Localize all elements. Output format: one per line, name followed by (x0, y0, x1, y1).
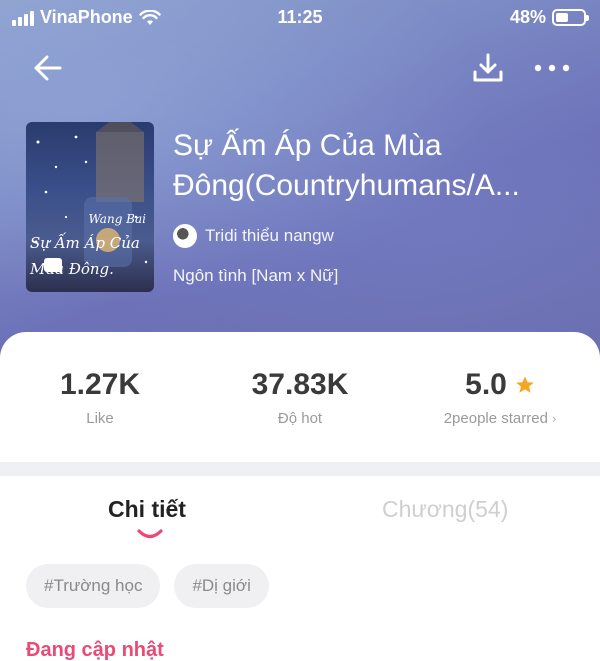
book-title-line1: Sự Ấm Áp Của Mùa (173, 129, 442, 162)
chat-bubble-icon (44, 258, 62, 272)
book-title: Sự Ấm Áp Của Mùa Đông(Countryhumans/A... (173, 126, 573, 206)
star-icon (516, 376, 534, 393)
rating-value: 5.0 (465, 368, 507, 401)
stat-hot: 37.83K Độ hot (225, 368, 375, 427)
likes-value: 1.27K (59, 368, 141, 401)
stats-card: 1.27K Like 37.83K Độ hot 5.0 2people sta… (0, 332, 600, 462)
more-horizontal-icon[interactable] (530, 50, 574, 86)
detail-content: Chi tiết Chương(54) #Trường học #Dị giới… (0, 476, 600, 661)
battery-percent: 48% (509, 7, 546, 27)
rating-value-row: 5.0 (420, 368, 580, 402)
author-name: Tridi thiểu nangw (205, 226, 334, 245)
stat-rating[interactable]: 5.0 2people starred › (420, 368, 580, 427)
stat-likes: 1.27K Like (30, 368, 170, 427)
tab-active-indicator (137, 529, 163, 539)
hot-value: 37.83K (251, 368, 349, 401)
cover-subtitle: Wang Bai (88, 212, 146, 226)
tag-chip[interactable]: #Trường học (26, 564, 161, 608)
tab-details[interactable]: Chi tiết (108, 496, 186, 523)
likes-label: Like (86, 410, 114, 427)
arrow-left-icon[interactable] (30, 50, 66, 86)
status-right: 48% (509, 7, 589, 28)
book-cover[interactable]: Wang Bai Sự Ấm Áp Của Mùa Đông. (26, 122, 154, 292)
rating-label: 2people starred (443, 410, 548, 427)
rating-label-row: 2people starred › (420, 410, 580, 427)
book-genre: Ngôn tình [Nam x Nữ] (173, 266, 339, 285)
book-title-line2: Đông(Countryhumans/A... (173, 169, 520, 202)
author-avatar (173, 224, 197, 248)
update-status: Đang cập nhật (26, 639, 164, 661)
battery-icon (552, 9, 589, 26)
hot-label: Độ hot (277, 410, 323, 427)
tag-chip[interactable]: #Dị giới (174, 564, 269, 608)
status-bar: VinaPhone 11:25 48% (0, 0, 600, 36)
author-row[interactable]: Tridi thiểu nangw (173, 224, 334, 248)
tag-list: #Trường học #Dị giới (26, 564, 269, 608)
download-icon[interactable] (470, 50, 506, 86)
chevron-right-icon: › (551, 411, 557, 426)
cover-title: Sự Ấm Áp Của Mùa Đông. (30, 234, 140, 278)
tab-chapters[interactable]: Chương(54) (382, 496, 508, 523)
